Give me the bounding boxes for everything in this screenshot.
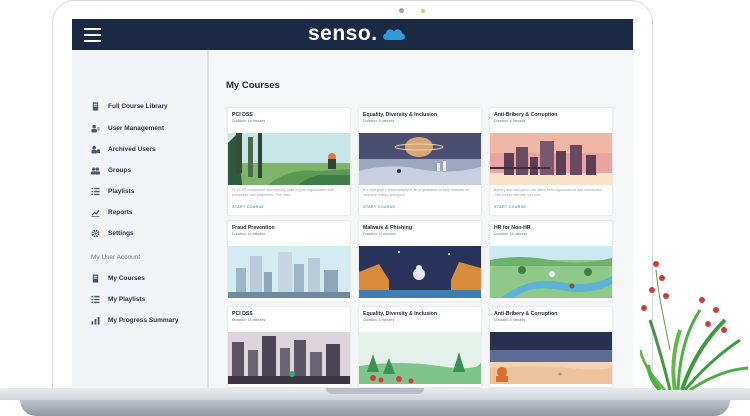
course-duration: Duration: 8 minutes [494, 119, 526, 123]
course-duration: Duration: 8 minutes [494, 318, 526, 322]
sidebar-item-label: My Playlists [108, 295, 146, 303]
progress-icon [91, 316, 100, 325]
start-course-link[interactable]: START COURSE [494, 205, 526, 209]
laptop-base [0, 388, 750, 416]
course-title: PCI DSS [232, 311, 253, 317]
cloud-icon [382, 29, 405, 40]
course-duration: Duration: 14 minutes [232, 119, 266, 123]
course-thumbnail [228, 332, 350, 384]
sidebar-item-label: My Courses [108, 274, 145, 282]
course-card[interactable]: PCI DSS Duration: 14 minutes PCI DSS com… [228, 108, 350, 215]
course-title: Equality, Diversity & Inclusion [363, 112, 437, 118]
user-management-icon [91, 124, 100, 133]
sidebar-item-settings[interactable]: Settings [91, 227, 134, 239]
reports-icon [91, 209, 100, 217]
sidebar-item-my-courses[interactable]: My Courses [91, 272, 145, 284]
course-card[interactable]: Malware & Phishing Duration: 11 minutes [359, 221, 481, 301]
course-description: Bribery and corruption can affect both o… [494, 188, 603, 197]
courses-icon [92, 273, 99, 283]
course-title: Anti-Bribery & Corruption [494, 112, 558, 118]
sidebar-item-label: User Management [108, 124, 164, 132]
sidebar-item-full-course-library[interactable]: Full Course Library [91, 100, 168, 112]
course-title: HR for Non-HR [494, 225, 531, 231]
sidebar-item-archived-users[interactable]: Archived Users [91, 143, 156, 155]
course-thumbnail [359, 133, 481, 185]
plant-decoration [640, 261, 749, 390]
course-card[interactable]: Fraud Prevention Duration: 16 minutes [228, 221, 350, 301]
course-description: PCI DSS compliance and security risks in… [232, 188, 334, 197]
course-duration: Duration: 11 minutes [363, 232, 396, 236]
hamburger-menu-icon[interactable] [84, 28, 101, 42]
course-duration: Duration: 14 minutes [232, 318, 266, 322]
main-content: My Courses PCI DSS Duration: 14 minutes … [209, 50, 633, 388]
sidebar-item-label: Settings [108, 229, 134, 237]
course-thumbnail [490, 332, 612, 384]
page-title: My Courses [226, 80, 280, 91]
sidebar-item-label: Full Course Library [108, 102, 168, 110]
playlists-icon [91, 187, 100, 195]
sidebar-item-groups[interactable]: Groups [91, 164, 131, 176]
course-title: Fraud Prevention [232, 225, 275, 231]
sidebar-item-my-progress-summary[interactable]: My Progress Summary [91, 314, 178, 326]
brand-name: senso. [308, 22, 378, 45]
course-card[interactable]: Equality, Diversity & Inclusion Duration… [359, 307, 481, 387]
start-course-link[interactable]: START COURSE [363, 205, 395, 209]
course-card[interactable]: Anti-Bribery & Corruption Duration: 8 mi… [490, 307, 612, 387]
course-duration: Duration: 16 minutes [232, 232, 266, 236]
sidebar-item-label: Groups [108, 166, 132, 174]
course-title: Equality, Diversity & Inclusion [363, 311, 437, 317]
course-thumbnail [228, 133, 350, 185]
sidebar-item-reports[interactable]: Reports [91, 206, 133, 218]
playlists-icon [91, 295, 100, 303]
course-title: Malware & Phishing [363, 225, 413, 231]
course-card[interactable]: Anti-Bribery & Corruption Duration: 8 mi… [490, 108, 612, 215]
sidebar-item-playlists[interactable]: Playlists [91, 185, 134, 197]
app-screen: senso. Full Course Library User Manageme… [72, 19, 633, 388]
course-thumbnail [359, 246, 481, 298]
course-title: PCI DSS [232, 112, 253, 118]
library-icon [92, 101, 99, 111]
sidebar-item-label: My Progress Summary [108, 316, 179, 324]
course-thumbnail [359, 332, 481, 384]
course-thumbnail [228, 246, 350, 298]
sidebar-item-label: Playlists [108, 187, 135, 195]
sidebar-item-my-playlists[interactable]: My Playlists [91, 293, 145, 305]
archived-users-icon [91, 145, 100, 154]
sidebar-item-label: Archived Users [108, 145, 156, 153]
course-duration: Duration: 8 minutes [363, 119, 395, 123]
course-card[interactable]: HR for Non-HR Duration: 16 minutes [490, 221, 612, 301]
section-label-my-user-account: My User Account [91, 254, 141, 261]
groups-icon [91, 167, 100, 175]
course-card[interactable]: PCI DSS Duration: 14 minutes [228, 307, 350, 387]
course-title: Anti-Bribery & Corruption [494, 311, 558, 317]
course-thumbnail [490, 246, 612, 298]
sidebar-item-label: Reports [108, 208, 133, 216]
gear-icon [91, 229, 100, 237]
sidebar: Full Course Library User Management Arch… [72, 50, 209, 388]
top-bar: senso. [72, 19, 633, 50]
sidebar-item-user-management[interactable]: User Management [91, 122, 164, 134]
webcam [399, 8, 404, 13]
course-description: It is everyone's responsibility in an or… [363, 188, 470, 197]
webcam-indicator [421, 9, 425, 13]
start-course-link[interactable]: START COURSE [232, 205, 264, 209]
course-duration: Duration: 16 minutes [494, 232, 528, 236]
course-thumbnail [490, 133, 612, 185]
course-card[interactable]: Equality, Diversity & Inclusion Duration… [359, 108, 481, 215]
brand-logo[interactable]: senso. [308, 22, 407, 46]
course-duration: Duration: 8 minutes [363, 318, 395, 322]
